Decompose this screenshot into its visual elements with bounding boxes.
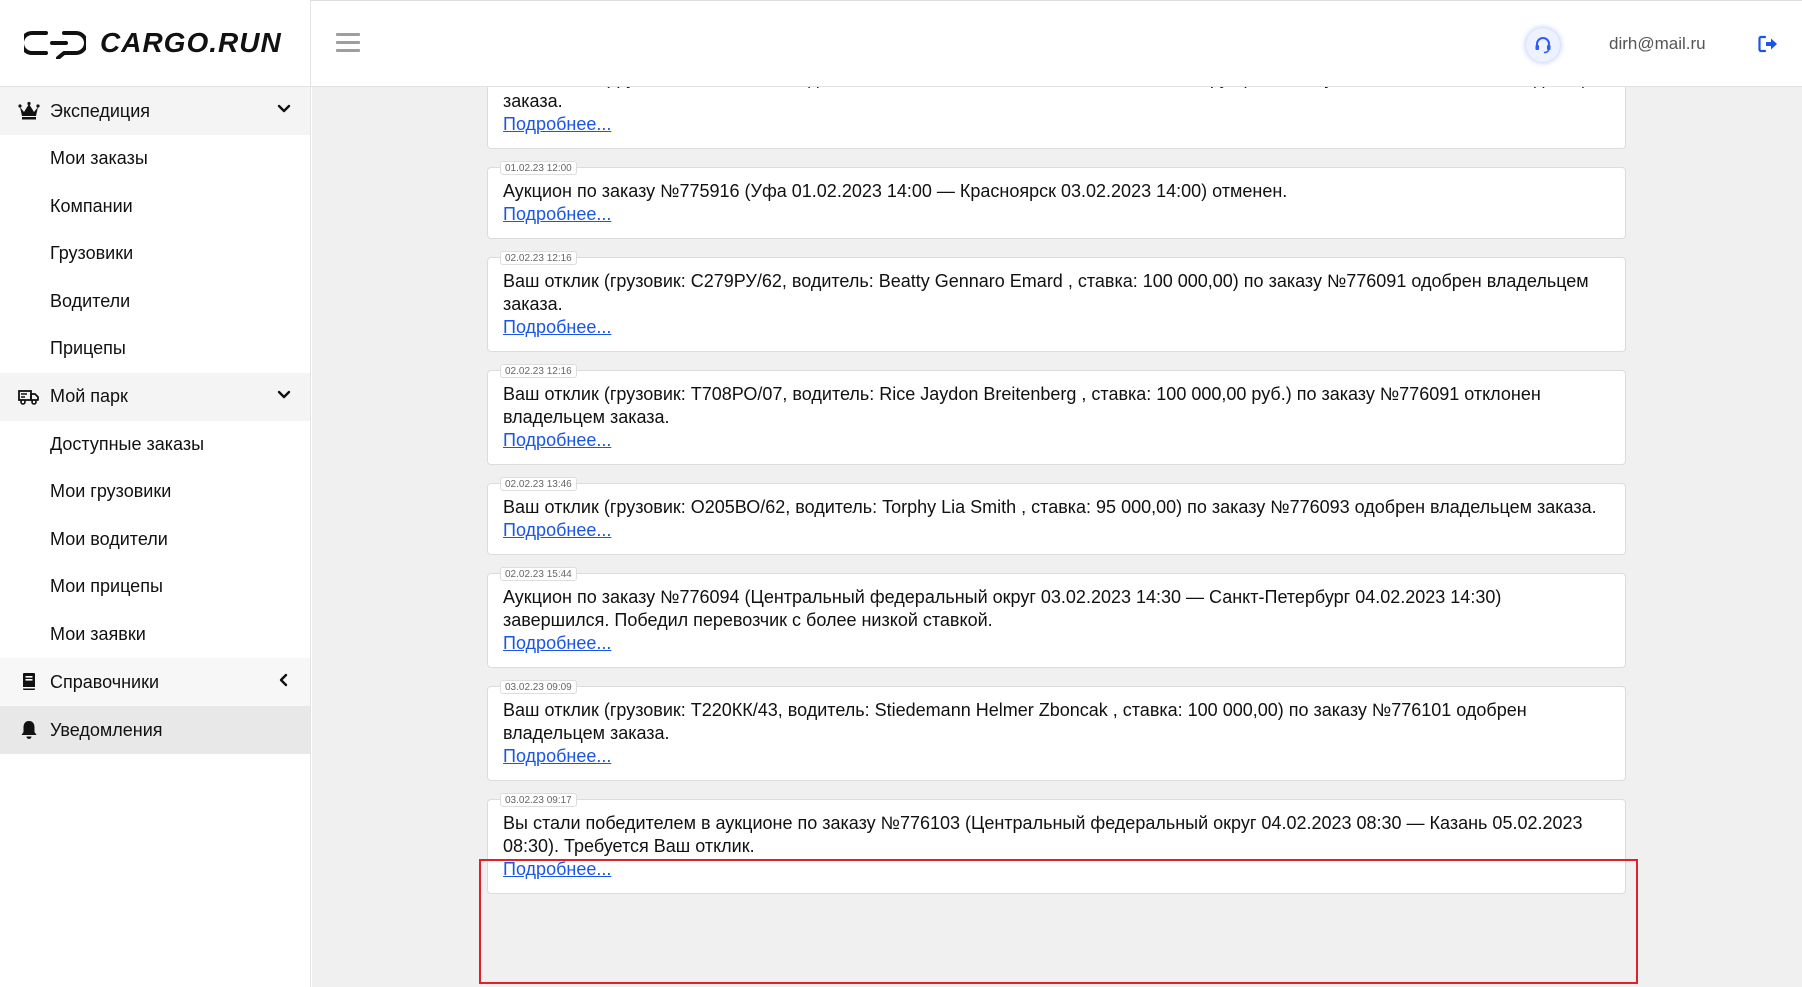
notification-text: Ваш отклик (грузовик: О205ВО/62, водител… bbox=[503, 497, 1597, 517]
notification-timestamp: 02.02.23 13:46 bbox=[500, 477, 577, 491]
sidebar-item-my-orders[interactable]: Мои заказы bbox=[0, 135, 310, 183]
sidebar-group-label: Уведомления bbox=[50, 719, 163, 740]
book-icon bbox=[18, 671, 40, 693]
notification-card: 03.02.23 09:17 Вы стали победителем в ау… bbox=[487, 793, 1626, 894]
sidebar-item-trailers[interactable]: Прицепы bbox=[0, 325, 310, 373]
notification-details-link[interactable]: Подробнее... bbox=[503, 316, 611, 339]
bell-icon bbox=[18, 719, 40, 741]
notification-card: 01.02.23 12:00 Аукцион по заказу №775916… bbox=[487, 161, 1626, 239]
sidebar-group-label: Экспедиция bbox=[50, 100, 151, 121]
sidebar-item-companies[interactable]: Компании bbox=[0, 182, 310, 230]
logo[interactable]: CARGO.RUN bbox=[0, 0, 310, 87]
notification-details-link[interactable]: Подробнее... bbox=[503, 858, 611, 881]
logo-text: CARGO.RUN bbox=[100, 27, 282, 58]
notification-details-link[interactable]: Подробнее... bbox=[503, 429, 611, 452]
notification-timestamp: 02.02.23 15:44 bbox=[500, 567, 577, 581]
sidebar-group-expedition[interactable]: Экспедиция bbox=[0, 87, 310, 135]
headset-icon bbox=[1535, 37, 1551, 54]
notification-text: Аукцион по заказу №775916 (Уфа 01.02.202… bbox=[503, 181, 1288, 201]
notification-card: 03.02.23 09:09 Ваш отклик (грузовик: Т22… bbox=[487, 680, 1626, 781]
menu-toggle-icon[interactable] bbox=[336, 33, 360, 53]
notification-card: 02.02.23 15:44 Аукцион по заказу №776094… bbox=[487, 567, 1626, 668]
notification-text: Ваш отклик (грузовик: Т220КК/43, водител… bbox=[503, 700, 1527, 743]
sidebar-group-label: Мой парк bbox=[50, 386, 128, 406]
notification-card: 02.02.23 13:46 Ваш отклик (грузовик: О20… bbox=[487, 477, 1626, 555]
sidebar-item-my-trucks[interactable]: Мои грузовики bbox=[0, 468, 310, 516]
notification-text: Вы стали победителем в аукционе по заказ… bbox=[503, 813, 1583, 856]
crown-icon bbox=[18, 100, 40, 122]
sidebar-item-available-orders[interactable]: Доступные заказы bbox=[0, 420, 310, 468]
notification-details-link[interactable]: Подробнее... bbox=[503, 203, 611, 226]
notification-details-link[interactable]: Подробнее... bbox=[503, 632, 611, 655]
sidebar-item-trucks[interactable]: Грузовики bbox=[0, 230, 310, 278]
notification-details-link[interactable]: Подробнее... bbox=[503, 745, 611, 768]
support-button[interactable] bbox=[1526, 28, 1560, 62]
notification-card: 02.02.23 12:16 Ваш отклик (грузовик: Т70… bbox=[487, 364, 1626, 465]
sidebar-group-directories[interactable]: Справочники bbox=[0, 658, 310, 706]
sidebar-item-drivers[interactable]: Водители bbox=[0, 277, 310, 325]
chevron-down-icon bbox=[277, 390, 291, 398]
notification-text: Ваш отклик (грузовик: Т708РО/07, водител… bbox=[503, 384, 1541, 427]
notification-text: Ваш отклик (грузовик: С279РУ/62, водител… bbox=[503, 271, 1589, 314]
notification-text: Ваш отклик (грузовик: Т540РК/79, водител… bbox=[503, 87, 1606, 111]
sidebar-item-my-requests[interactable]: Мои заявки bbox=[0, 610, 310, 658]
notification-timestamp: 02.02.23 12:16 bbox=[500, 364, 577, 378]
main-content: Ваш отклик (грузовик: Т540РК/79, водител… bbox=[312, 87, 1802, 987]
notification-list: Ваш отклик (грузовик: Т540РК/79, водител… bbox=[487, 87, 1626, 912]
user-email[interactable]: dirh@mail.ru bbox=[1609, 34, 1706, 54]
logout-icon[interactable] bbox=[1758, 35, 1778, 53]
notification-timestamp: 01.02.23 12:00 bbox=[500, 161, 577, 175]
sidebar-group-notifications[interactable]: Уведомления bbox=[0, 706, 310, 754]
notification-card: Ваш отклик (грузовик: Т540РК/79, водител… bbox=[487, 87, 1626, 149]
sidebar: CARGO.RUN Экспедиция Мои заказы Компании… bbox=[0, 0, 311, 987]
sidebar-item-my-drivers[interactable]: Мои водители bbox=[0, 515, 310, 563]
notification-details-link[interactable]: Подробнее... bbox=[503, 113, 611, 136]
truck-icon bbox=[18, 386, 40, 408]
logo-icon bbox=[24, 31, 86, 59]
sidebar-menu: Экспедиция Мои заказы Компании Грузовики… bbox=[0, 87, 310, 754]
top-header: dirh@mail.ru bbox=[311, 0, 1802, 87]
notification-card: 02.02.23 12:16 Ваш отклик (грузовик: С27… bbox=[487, 251, 1626, 352]
notification-timestamp: 03.02.23 09:17 bbox=[500, 793, 577, 807]
sidebar-group-my-fleet[interactable]: Мой парк bbox=[0, 372, 310, 421]
notification-details-link[interactable]: Подробнее... bbox=[503, 519, 611, 542]
notification-timestamp: 03.02.23 09:09 bbox=[500, 680, 577, 694]
notification-text: Аукцион по заказу №776094 (Центральный ф… bbox=[503, 587, 1502, 630]
notification-timestamp: 02.02.23 12:16 bbox=[500, 251, 577, 265]
chevron-left-icon bbox=[279, 673, 288, 687]
sidebar-item-my-trailers[interactable]: Мои прицепы bbox=[0, 563, 310, 611]
chevron-down-icon bbox=[277, 104, 291, 113]
sidebar-group-label: Справочники bbox=[50, 671, 160, 692]
